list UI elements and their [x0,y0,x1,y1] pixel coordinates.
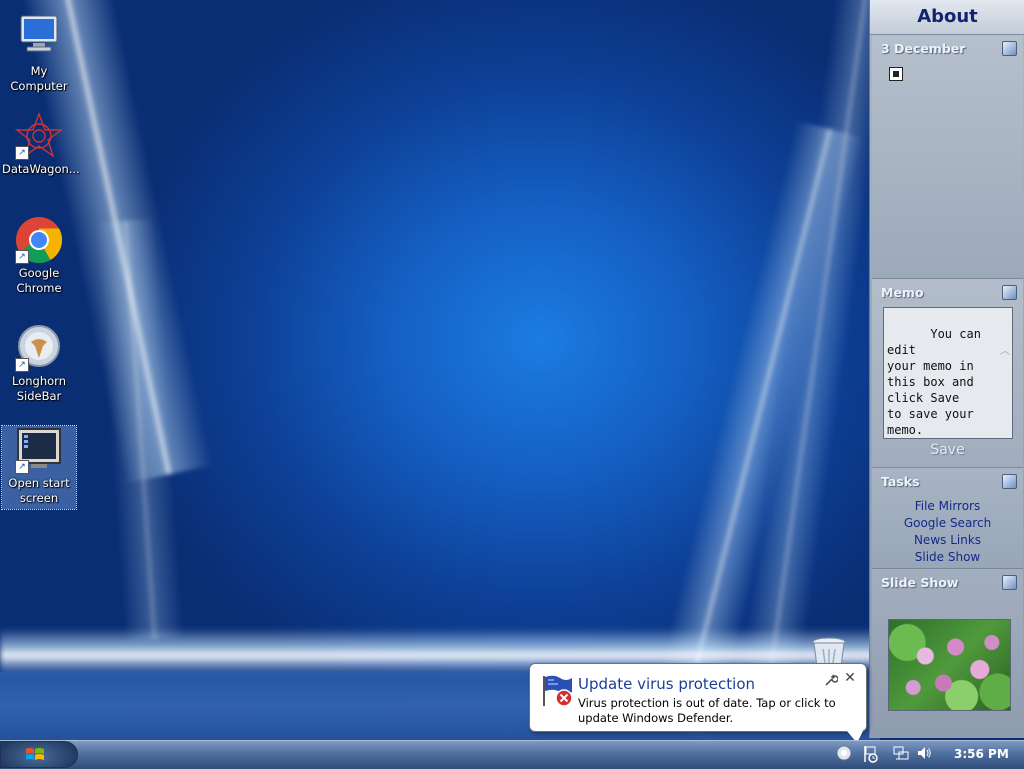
chrome-icon: ↗ [15,216,63,264]
tasks-list: File Mirrors Google Search News Links Sl… [872,498,1023,566]
wrench-options-icon[interactable] [824,673,839,687]
taskbar-clock[interactable]: 3:56 PM [954,747,1009,761]
shortcut-arrow-icon: ↗ [15,250,29,264]
desktop-icon-label: Google Chrome [16,266,62,295]
tasks-tile: Tasks File Mirrors Google Search News Li… [872,468,1023,569]
memo-tile-icon[interactable] [1002,285,1017,300]
task-link-news-links[interactable]: News Links [872,532,1023,549]
memo-text: You can edit your memo in this box and c… [887,327,981,437]
calendar-tile-icon[interactable] [1002,41,1017,56]
sidebar-tray-icon[interactable] [836,745,852,763]
notification-title: Update virus protection [578,675,756,693]
sidebar-app-icon: ↗ [15,324,63,372]
tasks-title: Tasks [881,474,920,489]
longhorn-sidebar: About 3 December Memo You can edit your … [869,0,1024,738]
desktop-icon-datawagon[interactable]: ↗ DataWagon... [2,112,80,177]
slideshow-photo-water-lilies[interactable] [888,619,1011,711]
start-button[interactable] [0,741,78,768]
task-link-file-mirrors[interactable]: File Mirrors [872,498,1023,515]
desktop-icon-label: My Computer [10,64,68,93]
tasks-tile-icon[interactable] [1002,474,1017,489]
notification-body: Virus protection is out of date. Tap or … [578,696,836,725]
desktop-icon-label: DataWagon... [2,162,80,176]
shortcut-arrow-icon: ↗ [15,358,29,372]
calendar-date: 3 December [881,41,966,56]
desktop-icon-label: Longhorn SideBar [12,374,66,403]
desktop-icon-longhorn-sidebar[interactable]: ↗ Longhorn SideBar [2,324,76,404]
taskbar: 3:56 PM [0,740,1024,769]
task-link-google-search[interactable]: Google Search [872,515,1023,532]
computer-icon [15,14,63,62]
scroll-up-icon[interactable]: ︿ [998,344,1012,360]
memo-title: Memo [881,285,924,300]
memo-tile: Memo You can edit your memo in this box … [872,279,1023,468]
notification-close-icon[interactable]: ✕ [843,671,857,685]
slideshow-title: Slide Show [881,575,959,590]
memo-textarea[interactable]: You can edit your memo in this box and c… [883,307,1013,439]
shortcut-arrow-icon: ↗ [15,146,29,160]
notification-balloon[interactable]: Update virus protection Virus protection… [529,663,867,732]
windows-logo-icon [25,746,45,764]
slideshow-tile: Slide Show [872,569,1023,737]
volume-icon[interactable] [916,745,932,763]
defender-tray-icon[interactable] [862,745,878,763]
monitor-icon: ↗ [15,426,63,474]
memo-save-button[interactable]: Save [872,442,1023,458]
network-icon[interactable] [893,745,909,763]
calendar-checkbox[interactable] [889,67,903,81]
slideshow-tile-icon[interactable] [1002,575,1017,590]
desktop-icon-my-computer[interactable]: My Computer [2,14,76,94]
memo-scrollbar[interactable]: ︿ ﹀ [998,308,1012,438]
desktop-icon-google-chrome[interactable]: ↗ Google Chrome [2,216,76,296]
task-link-slide-show[interactable]: Slide Show [872,549,1023,566]
sidebar-header-about[interactable]: About [870,0,1024,35]
desktop-icon-open-start-screen[interactable]: ↗ Open start screen [1,425,77,510]
shortcut-arrow-icon: ↗ [15,460,29,474]
desktop-icon-label: Open start screen [8,476,70,505]
datawagon-icon: ↗ [14,112,64,160]
windows-defender-flag-icon [540,674,576,708]
calendar-tile: 3 December [872,35,1023,279]
